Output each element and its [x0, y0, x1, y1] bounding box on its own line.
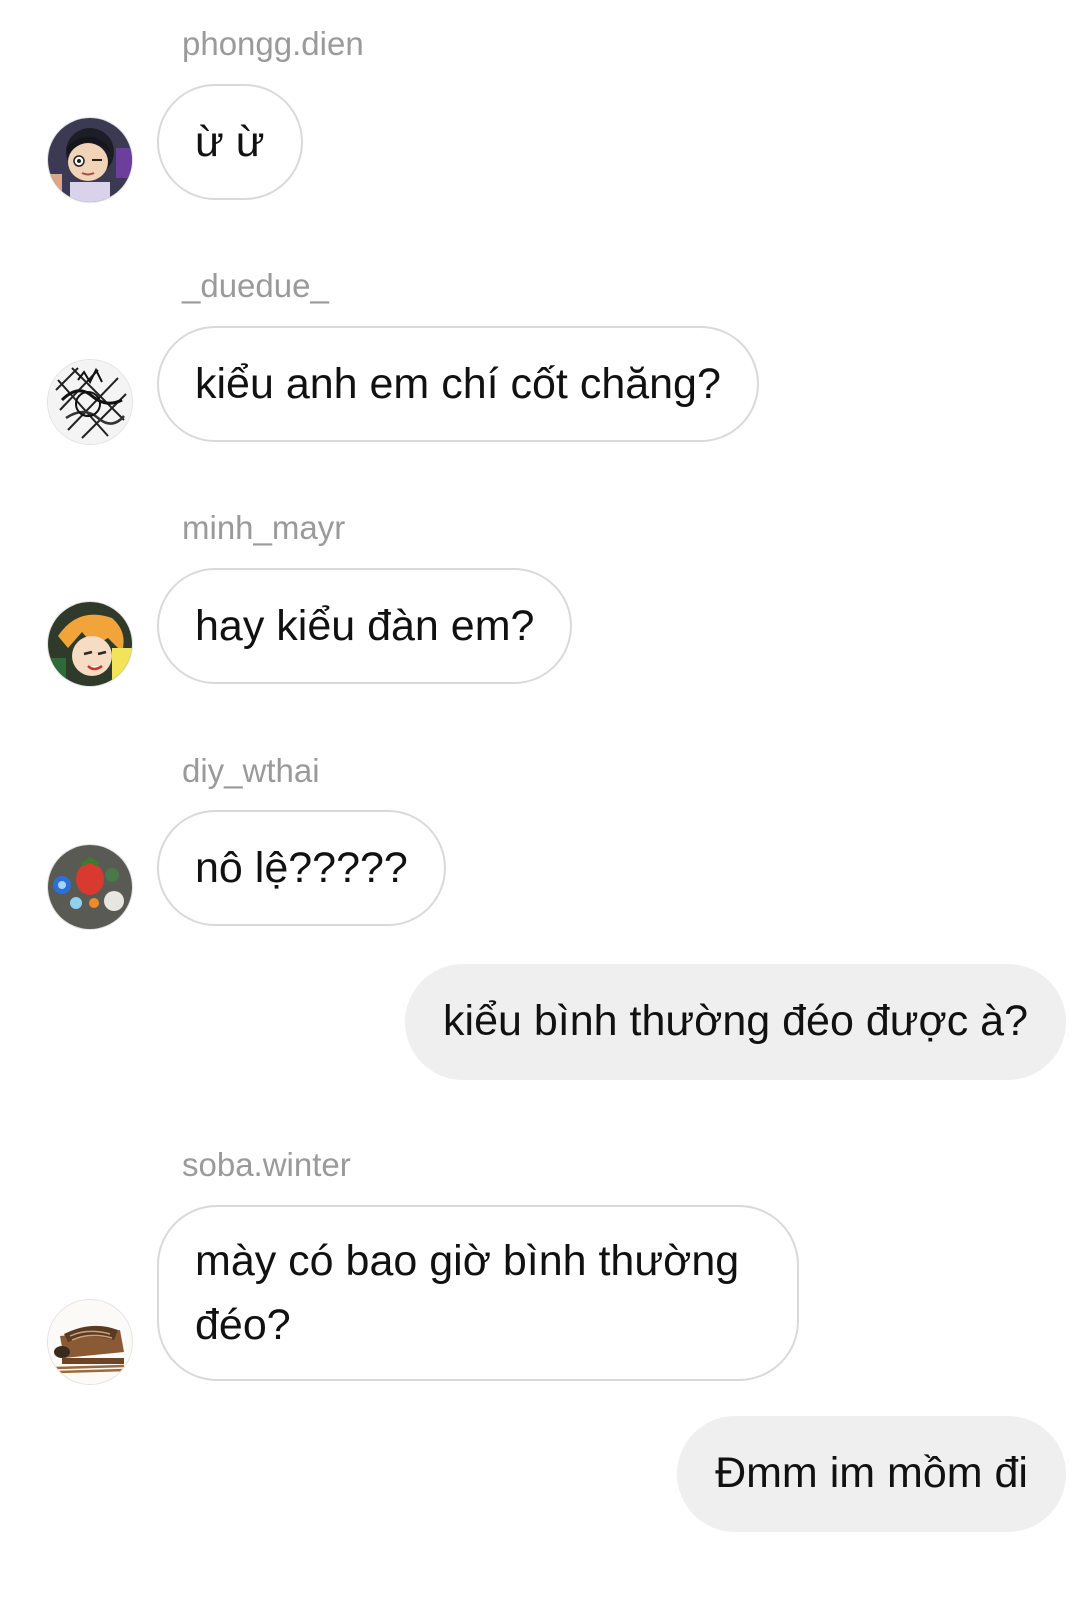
incoming-message-bubble[interactable]: ừ ừ [157, 84, 303, 200]
fruit-decor-avatar[interactable] [48, 845, 132, 929]
soba-noodles-avatar[interactable] [48, 1300, 132, 1384]
sender-username[interactable]: phongg.dien [182, 24, 364, 64]
chat-thread: phongg.dien ừ ừ _duedue_ kiểu anh em chí… [0, 0, 1080, 1604]
sender-username[interactable]: minh_mayr [182, 508, 345, 548]
message-text: ừ ừ [195, 118, 265, 166]
manga-sketch-avatar[interactable] [48, 360, 132, 444]
outgoing-message-bubble[interactable]: kiểu bình thường đéo được à? [405, 964, 1066, 1080]
message-text: mày có bao giờ bình thường đéo? [195, 1237, 740, 1349]
sender-username[interactable]: _duedue_ [182, 266, 329, 306]
avatar-image [48, 360, 132, 444]
message-text: Đmm im mồm đi [715, 1449, 1028, 1497]
avatar-image [48, 602, 132, 686]
avatar-image [48, 845, 132, 929]
message-text: kiểu anh em chí cốt chăng? [195, 360, 721, 408]
message-text: nô lệ????? [195, 844, 408, 892]
message-text: kiểu bình thường đéo được à? [443, 997, 1028, 1045]
sender-username[interactable]: diy_wthai [182, 751, 320, 791]
avatar-image [48, 1300, 132, 1384]
anime-boy-wink-avatar[interactable] [48, 118, 132, 202]
anime-blonde-avatar[interactable] [48, 602, 132, 686]
incoming-message-bubble[interactable]: kiểu anh em chí cốt chăng? [157, 326, 759, 442]
message-text: hay kiểu đàn em? [195, 602, 535, 650]
incoming-message-bubble[interactable]: hay kiểu đàn em? [157, 568, 573, 684]
outgoing-message-bubble[interactable]: Đmm im mồm đi [677, 1416, 1066, 1532]
incoming-message-bubble[interactable]: nô lệ????? [157, 810, 446, 926]
incoming-message-bubble[interactable]: mày có bao giờ bình thường đéo? [157, 1205, 799, 1381]
avatar-image [48, 118, 132, 202]
sender-username[interactable]: soba.winter [182, 1145, 351, 1185]
